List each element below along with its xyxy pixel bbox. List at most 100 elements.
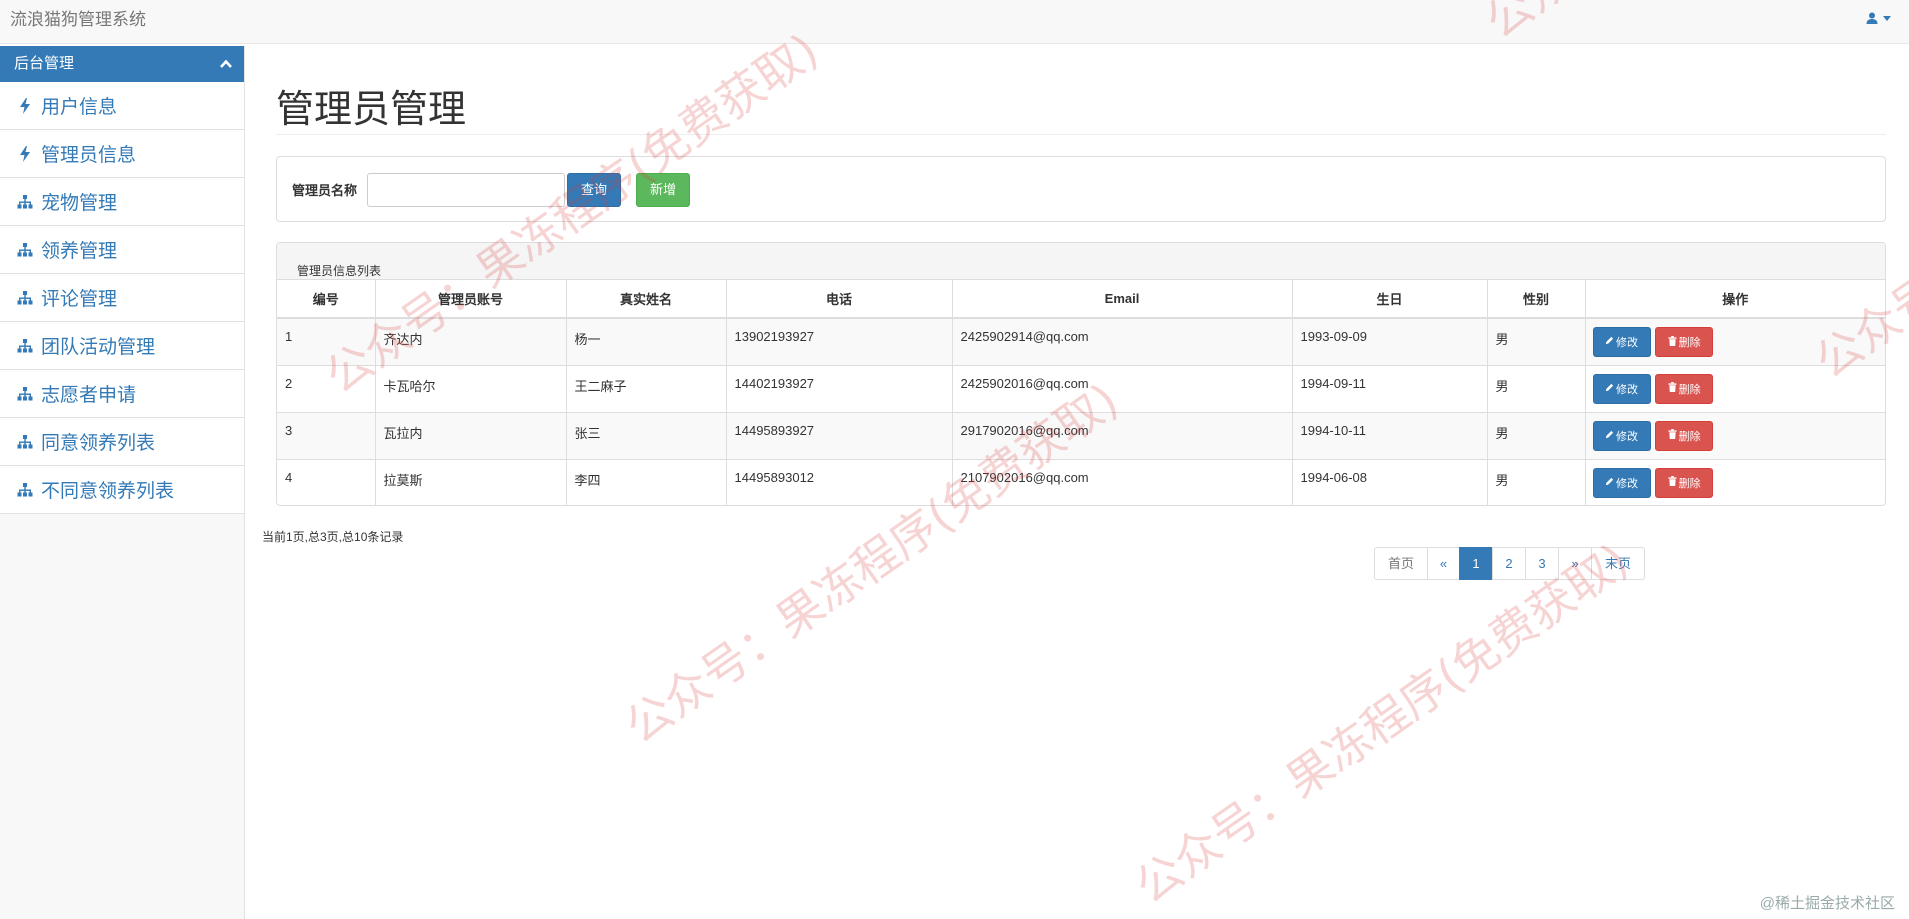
cell-email: 2107902016@qq.com bbox=[952, 458, 1293, 505]
delete-label: 删除 bbox=[1678, 383, 1701, 396]
cell-account: 卡瓦哈尔 bbox=[375, 364, 567, 412]
trash-icon bbox=[1668, 476, 1677, 489]
cell-actions: 修改 删除 bbox=[1585, 364, 1885, 412]
sidebar-item-label: 管理员信息 bbox=[41, 145, 137, 166]
cell-actions: 修改 删除 bbox=[1585, 317, 1885, 365]
sidebar-item-label: 同意领养列表 bbox=[41, 433, 156, 454]
edit-label: 修改 bbox=[1616, 337, 1638, 349]
table-row: 2 卡瓦哈尔 王二麻子 14402193927 2425902016@qq.com 199… bbox=[277, 364, 1885, 412]
query-button[interactable]: 查询 bbox=[567, 173, 621, 207]
chevron-up-icon bbox=[220, 59, 232, 68]
cell-id: 3 bbox=[277, 411, 376, 459]
cell-name: 王二麻子 bbox=[566, 364, 727, 412]
app-brand[interactable]: 流浪猫狗管理系统 bbox=[10, 0, 146, 40]
cell-email: 2425902016@qq.com bbox=[952, 364, 1293, 412]
title-divider bbox=[276, 134, 1886, 135]
cell-account: 拉莫斯 bbox=[375, 458, 567, 505]
cell-email: 2425902914@qq.com bbox=[952, 317, 1293, 365]
bolt-icon bbox=[16, 145, 34, 163]
cell-gender: 男 bbox=[1487, 364, 1586, 412]
admin-table-panel: 管理员信息列表 编号 管理员账号 真实姓名 电话 Email 生日 性别 操作 … bbox=[276, 242, 1886, 506]
chevron-down-icon bbox=[1883, 15, 1891, 21]
delete-button[interactable]: 删除 bbox=[1655, 467, 1714, 498]
cell-birthday: 1993-09-09 bbox=[1292, 317, 1488, 365]
col-header: 编号 bbox=[277, 280, 376, 319]
page-link-3[interactable]: 3 bbox=[1525, 547, 1559, 580]
user-menu[interactable] bbox=[1866, 12, 1891, 24]
edit-label: 修改 bbox=[1616, 430, 1638, 443]
pencil-icon bbox=[1605, 336, 1614, 348]
trash-icon bbox=[1668, 335, 1677, 349]
search-panel: 管理员名称 查询 新增 bbox=[276, 156, 1886, 222]
sidebar-item-label: 领养管理 bbox=[41, 241, 118, 262]
sidebar-item[interactable]: 志愿者申请 bbox=[0, 370, 244, 418]
col-header: Email bbox=[952, 280, 1293, 319]
delete-button[interactable]: 删除 bbox=[1655, 420, 1714, 451]
table-row: 1 齐达内 杨一 13902193927 2425902914@qq.com 1993-0… bbox=[277, 317, 1885, 365]
sidebar-item[interactable]: 不同意领养列表 bbox=[0, 466, 244, 514]
sitemap-icon bbox=[16, 385, 34, 403]
table-heading: 管理员信息列表 bbox=[277, 243, 1885, 280]
first-page-link[interactable]: 首页 bbox=[1374, 547, 1428, 580]
sidebar-item[interactable]: 同意领养列表 bbox=[0, 418, 244, 466]
cell-name: 张三 bbox=[566, 411, 727, 459]
cell-account: 瓦拉内 bbox=[375, 411, 567, 459]
col-header: 性别 bbox=[1487, 280, 1586, 319]
sidebar-item[interactable]: 团队活动管理 bbox=[0, 322, 244, 370]
cell-birthday: 1994-06-08 bbox=[1292, 458, 1488, 505]
add-button[interactable]: 新增 bbox=[636, 173, 690, 207]
sidebar-item-label: 评论管理 bbox=[41, 289, 118, 310]
sidebar-item[interactable]: 用户信息 bbox=[0, 82, 244, 130]
table-header-row: 编号 管理员账号 真实姓名 电话 Email 生日 性别 操作 bbox=[277, 280, 1885, 319]
sidebar-item[interactable]: 领养管理 bbox=[0, 226, 244, 274]
next-page-link[interactable]: » bbox=[1558, 547, 1592, 580]
cell-actions: 修改 删除 bbox=[1585, 411, 1885, 459]
sitemap-icon bbox=[16, 241, 34, 259]
cell-email: 2917902016@qq.com bbox=[952, 411, 1293, 459]
delete-label: 删除 bbox=[1678, 477, 1701, 490]
sitemap-icon bbox=[16, 433, 34, 451]
sidebar-item-label: 宠物管理 bbox=[41, 193, 118, 214]
cell-id: 4 bbox=[277, 458, 376, 505]
col-header: 电话 bbox=[726, 280, 953, 319]
edit-button[interactable]: 修改 bbox=[1592, 467, 1651, 498]
delete-button[interactable]: 删除 bbox=[1655, 327, 1714, 357]
sidebar-item-label: 志愿者申请 bbox=[41, 385, 137, 406]
corner-watermark: @稀土掘金技术社区 bbox=[1759, 895, 1895, 912]
sidebar-item[interactable]: 宠物管理 bbox=[0, 178, 244, 226]
watermark-text: 公众号：果冻程序(免费获取) bbox=[1125, 533, 1638, 914]
sidebar-header[interactable]: 后台管理 bbox=[0, 46, 244, 82]
cell-birthday: 1994-10-11 bbox=[1292, 411, 1488, 459]
cell-gender: 男 bbox=[1487, 411, 1586, 459]
pencil-icon bbox=[1605, 477, 1614, 489]
sidebar-header-label: 后台管理 bbox=[14, 55, 75, 72]
edit-button[interactable]: 修改 bbox=[1592, 327, 1651, 357]
user-icon bbox=[1866, 12, 1878, 24]
sitemap-icon bbox=[16, 481, 34, 499]
cell-phone: 13902193927 bbox=[726, 317, 953, 365]
admin-name-input[interactable] bbox=[367, 173, 565, 207]
page-link-1[interactable]: 1 bbox=[1459, 547, 1493, 580]
col-header: 管理员账号 bbox=[375, 280, 567, 319]
delete-label: 删除 bbox=[1678, 430, 1701, 443]
pencil-icon bbox=[1605, 430, 1614, 442]
cell-name: 李四 bbox=[566, 458, 727, 505]
table-row: 3 瓦拉内 张三 14495893927 2917902016@qq.com 1994-1… bbox=[277, 411, 1885, 459]
trash-icon bbox=[1668, 382, 1677, 395]
sitemap-icon bbox=[16, 337, 34, 355]
sidebar-item-label: 团队活动管理 bbox=[41, 337, 156, 358]
sidebar-item[interactable]: 管理员信息 bbox=[0, 130, 244, 178]
delete-button[interactable]: 删除 bbox=[1655, 373, 1714, 404]
edit-button[interactable]: 修改 bbox=[1592, 420, 1651, 451]
cell-birthday: 1994-09-11 bbox=[1292, 364, 1488, 412]
prev-page-link[interactable]: « bbox=[1427, 547, 1460, 580]
last-page-link[interactable]: 末页 bbox=[1591, 547, 1645, 580]
cell-phone: 14495893927 bbox=[726, 411, 953, 459]
sidebar-item[interactable]: 评论管理 bbox=[0, 274, 244, 322]
pencil-icon bbox=[1605, 383, 1614, 395]
sitemap-icon bbox=[16, 193, 34, 211]
page-link-2[interactable]: 2 bbox=[1492, 547, 1526, 580]
admin-table: 编号 管理员账号 真实姓名 电话 Email 生日 性别 操作 1 齐达内 杨一 13… bbox=[277, 280, 1885, 505]
edit-button[interactable]: 修改 bbox=[1592, 373, 1651, 404]
pagination: 首页 « 1 2 3 » 末页 bbox=[1374, 547, 1645, 580]
